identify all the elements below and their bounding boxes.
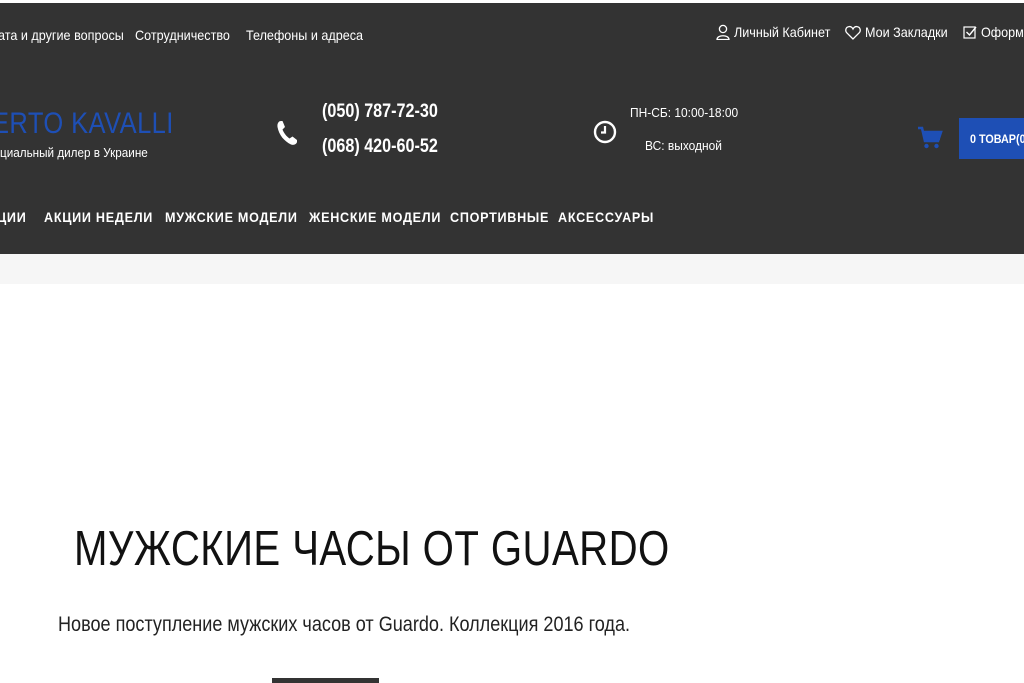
topbar-link-faq[interactable]: ата и другие вопросы [0, 27, 124, 43]
bookmarks-link-label: Мои Закладки [865, 24, 948, 40]
site-header: ата и другие вопросы Сотрудничество Теле… [0, 3, 1024, 254]
phone-number-2[interactable]: (068) 420-60-52 [322, 136, 438, 158]
hero-title: МУЖСКИЕ ЧАСЫ ОТ GUARDO [74, 522, 670, 576]
working-hours-sunday: ВС: выходной [645, 138, 722, 153]
nav-item-womens-models[interactable]: ЖЕНСКИЕ МОДЕЛИ [309, 209, 441, 225]
logo[interactable]: ERTO KAVALLI [0, 107, 174, 141]
hero-subtitle: Новое поступление мужских часов от Guard… [58, 613, 631, 636]
heart-icon [845, 25, 861, 40]
cart-button[interactable]: 0 ТОВАР(0 [959, 118, 1024, 159]
cart-button-label: 0 ТОВАР(0 [970, 131, 1024, 146]
phone-icon [277, 121, 297, 145]
clock-icon [593, 120, 617, 144]
topbar-link-contacts[interactable]: Телефоны и адреса [246, 27, 363, 43]
checkout-link-label: Оформ [981, 24, 1024, 40]
user-icon [716, 24, 730, 40]
nav-item-sport[interactable]: СПОРТИВНЫЕ [450, 209, 549, 225]
checkout-link[interactable]: Оформ [963, 24, 1024, 40]
logo-tagline: циальный дилер в Украине [0, 145, 148, 160]
hero-button[interactable] [272, 678, 379, 683]
nav-item-mens-models[interactable]: МУЖСКИЕ МОДЕЛИ [165, 209, 298, 225]
shopping-cart-icon[interactable] [917, 126, 943, 150]
nav-item-accessories[interactable]: АКСЕССУАРЫ [558, 209, 654, 225]
topbar-link-cooperation[interactable]: Сотрудничество [135, 27, 230, 43]
account-link-label: Личный Кабинет [734, 24, 831, 40]
account-link[interactable]: Личный Кабинет [716, 24, 841, 40]
header-divider [0, 254, 1024, 284]
nav-item-weekly-deals[interactable]: АКЦИИ НЕДЕЛИ [44, 209, 153, 225]
working-hours-weekdays: ПН-СБ: 10:00-18:00 [630, 105, 739, 120]
phone-number-1[interactable]: (050) 787-72-30 [322, 101, 438, 123]
checkbox-icon [963, 26, 977, 39]
bookmarks-link[interactable]: Мои Закладки [845, 24, 957, 40]
nav-item-promotions[interactable]: ЦИИ [0, 209, 26, 225]
